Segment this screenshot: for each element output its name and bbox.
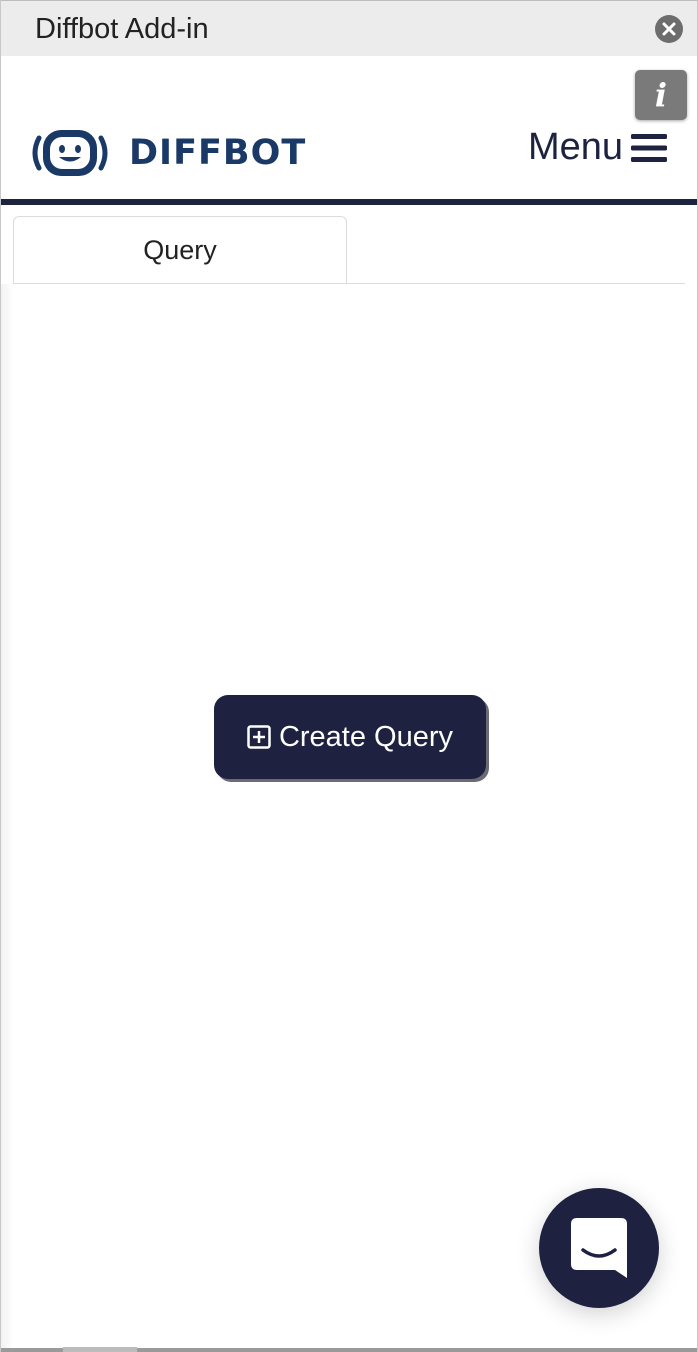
app-header: DIFFBOT Menu (1, 56, 697, 206)
content-edge-shadow (1, 284, 13, 1350)
chat-launcher-button[interactable] (539, 1188, 659, 1308)
close-icon (662, 22, 676, 36)
chat-icon (571, 1218, 627, 1278)
pane-title: Diffbot Add-in (35, 13, 209, 45)
plus-square-icon (247, 725, 271, 749)
logo-wordmark: DIFFBOT (129, 133, 307, 173)
robot-face-icon (32, 130, 108, 176)
menu-label: Menu (527, 126, 623, 168)
header-divider (1, 199, 697, 205)
scroll-indicator (63, 1347, 137, 1352)
create-query-label: Create Query (278, 720, 454, 753)
addin-pane: Diffbot Add-in i DIFFBOT Menu Query Crea… (0, 0, 698, 1352)
create-query-button[interactable]: Create Query (214, 695, 486, 779)
menu-button[interactable]: Menu (528, 126, 667, 169)
tab-bar: Query (13, 216, 685, 284)
close-button[interactable] (655, 15, 683, 43)
tab-query[interactable]: Query (13, 216, 347, 283)
task-pane-titlebar: Diffbot Add-in (1, 0, 697, 56)
diffbot-logo: DIFFBOT (29, 128, 306, 178)
hamburger-icon (631, 133, 667, 162)
